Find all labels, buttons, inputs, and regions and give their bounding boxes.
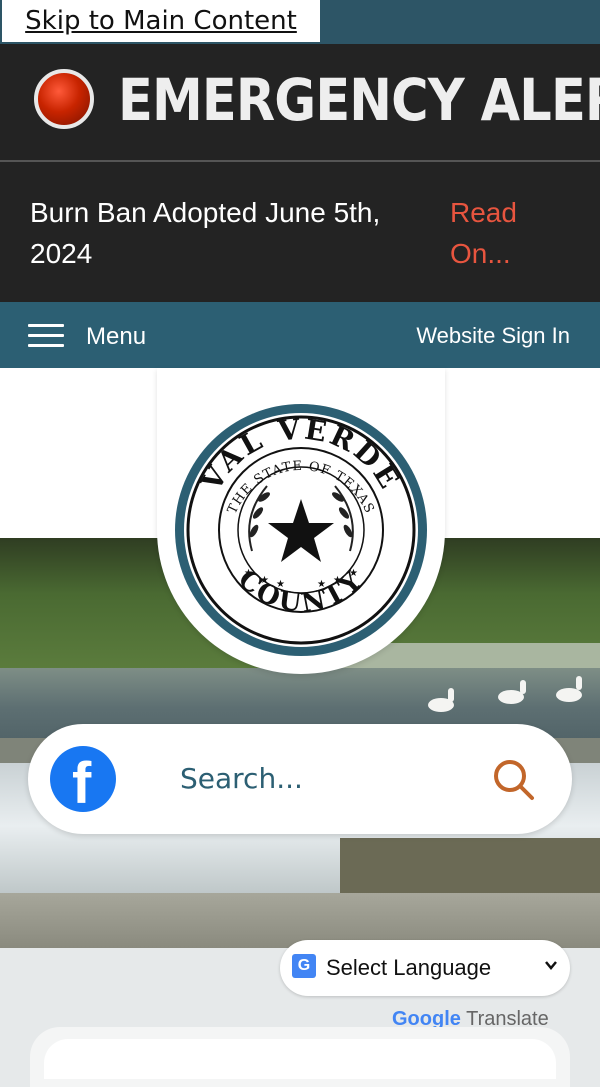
svg-text:★: ★ [244,568,253,579]
search-bar: f Search... [28,724,572,834]
search-input[interactable]: Search... [180,760,303,798]
bottom-card-inner [44,1039,556,1079]
nav-bar: Menu Website Sign In [0,302,600,368]
language-select[interactable]: G Select Language [280,940,570,996]
svg-text:★: ★ [349,568,358,579]
svg-text:★: ★ [333,575,342,586]
emergency-alert-header: EMERGENCY ALERT [0,44,600,160]
search-icon[interactable] [492,758,536,802]
county-seal-logo[interactable]: VAL VERDE COUNTY THE STATE OF TEXAS ★★ ★ … [172,401,430,659]
alert-message: Burn Ban Adopted June 5th, 2024 [30,197,381,269]
google-translate-icon: G [292,954,316,978]
menu-hamburger-icon[interactable] [28,324,64,348]
website-sign-in-link[interactable]: Website Sign In [416,322,570,350]
svg-text:★: ★ [260,575,269,586]
facebook-icon[interactable]: f [50,746,116,816]
menu-button[interactable]: Menu [86,322,146,352]
alert-light-icon [34,69,94,129]
alert-read-on-link[interactable]: Read On... [450,192,560,274]
svg-text:★: ★ [317,579,326,590]
chevron-down-icon [545,961,557,970]
language-select-label: Select Language [326,955,492,980]
skip-to-main-content-link[interactable]: Skip to Main Content [2,0,320,42]
alert-title: EMERGENCY ALERT [118,66,600,134]
alert-body: Burn Ban Adopted June 5th, 2024 Read On.… [0,162,600,302]
svg-text:★: ★ [276,579,285,590]
